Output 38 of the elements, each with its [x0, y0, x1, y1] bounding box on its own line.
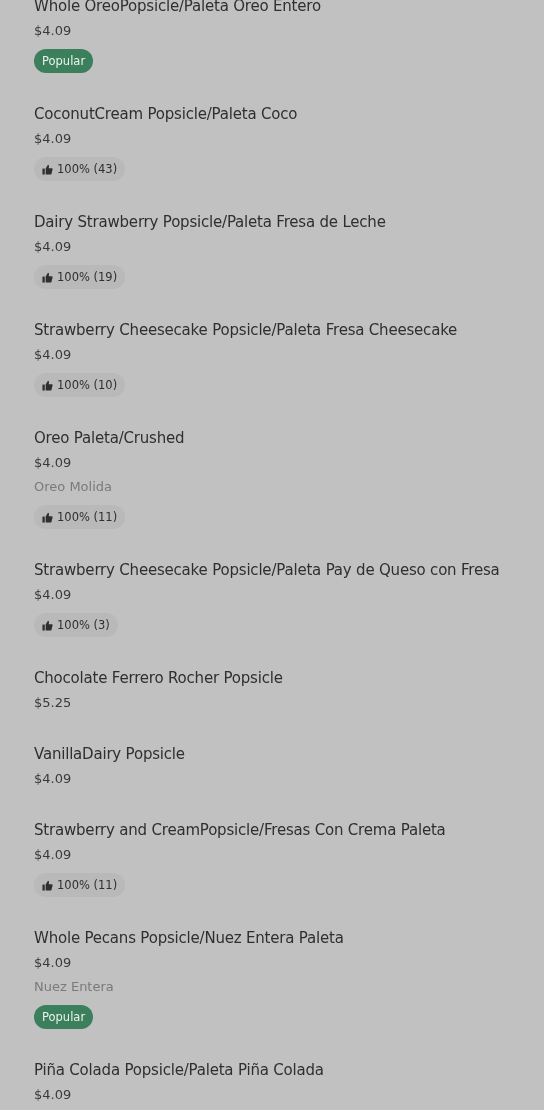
item-price: $4.09: [34, 846, 72, 864]
item-title: Chocolate Ferrero Rocher Popsicle: [34, 668, 284, 689]
thumbs-up-icon: [42, 271, 53, 283]
item-price: $4.09: [34, 238, 72, 256]
popular-badge: Popular: [34, 49, 94, 73]
rating-badge: 100% (10): [34, 373, 126, 397]
rating-badge: 100% (11): [34, 505, 126, 529]
item-title: Whole Pecans Popsicle/Nuez Entera Paleta: [34, 928, 345, 949]
thumbs-up-icon: [42, 879, 53, 891]
item-price: $4.09: [34, 130, 72, 148]
item-title: Oreo Paleta/Crushed: [34, 428, 186, 449]
rating-badge: 100% (11): [34, 873, 126, 897]
item-description: Oreo Molida: [34, 478, 112, 496]
item-title: VanillaDairy Popsicle: [34, 744, 186, 765]
thumbs-up-icon: [42, 163, 53, 175]
item-description: Nuez Entera: [34, 978, 114, 996]
item-price: $4.09: [34, 954, 72, 972]
item-price: $4.09: [34, 454, 72, 472]
thumbs-up-icon: [42, 379, 53, 391]
thumbs-up-icon: [42, 511, 53, 523]
item-title: Whole OreoPopsicle/Paleta Oreo Entero: [34, 0, 322, 17]
item-title: Strawberry and CreamPopsicle/Fresas Con Crema Paleta: [34, 820, 447, 841]
item-price: $4.09: [34, 586, 72, 604]
item-title: Strawberry Cheesecake Popsicle/Paleta Fresa Cheesecake: [34, 320, 459, 341]
item-price: $4.09: [34, 1086, 72, 1104]
item-title: Piña Colada Popsicle/Paleta Piña Colada: [34, 1060, 325, 1081]
item-price: $5.25: [34, 694, 72, 712]
thumbs-up-icon: [42, 619, 53, 631]
popular-badge: Popular: [34, 1005, 94, 1029]
item-price: $4.09: [34, 346, 72, 364]
rating-badge: 100% (3): [34, 613, 118, 637]
rating-badge: 100% (43): [34, 157, 126, 181]
item-title: Strawberry Cheesecake Popsicle/Paleta Pay de Queso con Fresa: [34, 560, 501, 581]
item-title: Dairy Strawberry Popsicle/Paleta Fresa de Leche: [34, 212, 387, 233]
item-price: $4.09: [34, 22, 72, 40]
item-title: CoconutCream Popsicle/Paleta Coco: [34, 104, 299, 125]
rating-badge: 100% (19): [34, 265, 126, 289]
item-price: $4.09: [34, 770, 72, 788]
